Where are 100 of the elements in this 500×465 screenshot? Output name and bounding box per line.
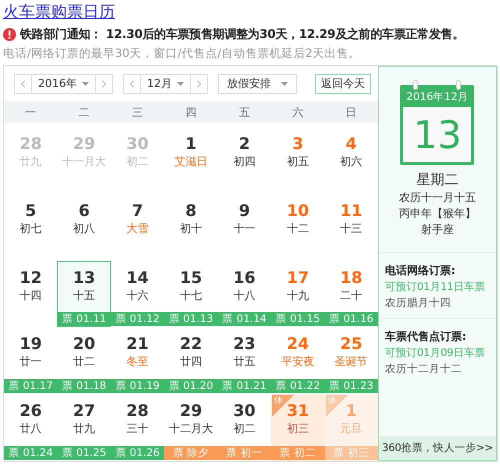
day-number: 4	[346, 134, 357, 154]
day-number: 27	[73, 401, 96, 422]
day-cell[interactable]: 6 初八	[57, 194, 111, 261]
day-number: 19	[20, 334, 42, 354]
day-number: 5	[25, 200, 36, 221]
ticket-date-bar: 票 01.16	[324, 312, 378, 326]
day-number: 14	[126, 268, 149, 288]
day-number: 11	[340, 200, 362, 221]
lunar-date: 初十	[180, 220, 202, 237]
weekday-label: 六	[291, 104, 304, 120]
ticket-date-bar: 票 01.13	[164, 312, 218, 326]
lunar-date: 廿八	[20, 421, 42, 438]
ticket-date-bar: 票 除夕	[164, 446, 218, 460]
day-cell[interactable]: 4 初六	[324, 127, 378, 194]
lunar-date: 十一月大	[62, 154, 106, 170]
lunar-date: 十六	[126, 288, 149, 304]
weekday-text: 星期二	[415, 171, 460, 190]
day-cell[interactable]: 27 廿九 票 01.25	[57, 394, 111, 461]
day-cell[interactable]: 26 廿八 票 01.24	[4, 394, 58, 461]
ticket-date-bar: 票 01.12	[110, 312, 164, 326]
caret-icon	[82, 82, 89, 86]
calendar-day: 13	[403, 107, 472, 162]
lunar-date: 十七	[180, 288, 202, 304]
day-cell[interactable]: 22 廿四 票 01.20	[164, 327, 218, 394]
ticket-date-bar: 票 01.20	[164, 379, 218, 394]
ticket-date-bar: 票 01.23	[324, 379, 378, 394]
booking-heading: 电话网络订票:	[384, 263, 456, 278]
day-cell[interactable]: 23 廿五 票 01.21	[218, 327, 272, 394]
lunar-date: 廿九	[20, 154, 42, 170]
lunar-date: 初七	[20, 220, 42, 237]
holiday-dropdown[interactable]: 放假安排	[218, 74, 297, 94]
page-title-link[interactable]: 火车票购票日历	[3, 1, 115, 23]
day-number: 21	[126, 334, 149, 354]
day-cell[interactable]: 15 十七 票 01.13	[164, 260, 218, 328]
day-cell[interactable]: 19 廿一 票 01.17	[4, 327, 58, 394]
day-number: 30	[126, 134, 149, 154]
day-number: 12	[20, 268, 42, 288]
promo-link[interactable]: 360抢票，快人一步>>	[378, 436, 496, 460]
weekday-label: 四	[184, 104, 198, 120]
day-number: 6	[78, 200, 90, 221]
lunar-date: 十九	[286, 288, 309, 304]
year-dropdown[interactable]: 2016年	[31, 74, 96, 92]
lunar-date: 三十	[126, 421, 149, 438]
day-cell[interactable]: 17 十九 票 01.15	[271, 260, 325, 328]
day-number: 10	[286, 200, 309, 221]
day-cell[interactable]: 7 大雪	[110, 194, 164, 261]
lunar-date-text: 农历腊月十四	[384, 296, 452, 310]
ticket-date-bar: 票 01.19	[110, 379, 164, 394]
day-number: 16	[233, 268, 256, 288]
day-number: 20	[73, 334, 96, 354]
lunar-date: 廿四	[180, 354, 202, 370]
zodiac-text: 射手座	[420, 222, 455, 238]
lunar-date: 廿五	[233, 354, 256, 370]
calendar-month: 2016年12月	[406, 90, 469, 105]
lunar-date: 大雪	[126, 220, 149, 237]
day-cell[interactable]: 30 初二 票 初一	[218, 394, 272, 461]
lunar-date: 初四	[233, 154, 256, 170]
day-cell[interactable]: 16 十八 票 01.14	[218, 260, 272, 328]
lunar-date: 十三	[340, 220, 362, 237]
day-number: 17	[286, 268, 309, 288]
day-cell[interactable]: 10 十二	[271, 194, 325, 261]
month-dropdown[interactable]: 12月	[140, 74, 191, 92]
day-cell[interactable]: 休 31 初三 票 初二	[271, 394, 325, 461]
day-cell[interactable]: 13 十五 票 01.11	[57, 260, 111, 328]
day-cell[interactable]: 20 廿二 票 01.18	[57, 327, 111, 394]
day-number: 31	[286, 401, 309, 422]
day-number: 29	[180, 401, 202, 422]
day-cell[interactable]: 11 十三	[324, 194, 378, 261]
ticket-date-bar: 票 01.24	[4, 446, 58, 460]
ticket-date-bar: 票 01.11	[57, 312, 111, 326]
day-cell[interactable]: 9 十一	[218, 194, 272, 261]
ticket-date-bar: 票 01.18	[57, 379, 111, 394]
day-number: 3	[292, 134, 304, 154]
day-cell[interactable]: 12 十四	[4, 260, 58, 328]
lunar-date: 圣诞节	[334, 354, 368, 370]
ticket-date-bar: 票 01.17	[4, 379, 58, 394]
day-cell[interactable]: 28 三十 票 01.26	[110, 394, 164, 461]
back-to-today-button[interactable]: 返回今天	[315, 74, 371, 94]
weekday-label: 二	[78, 104, 91, 120]
day-cell[interactable]: 18 二十 票 01.16	[324, 260, 378, 328]
weekday-label: 一	[24, 104, 38, 120]
day-cell[interactable]: 29 十二月大 票 除夕	[164, 394, 218, 461]
day-cell[interactable]: 3 初五	[271, 127, 325, 194]
lunar-date: 十二	[286, 220, 309, 237]
day-cell[interactable]: 21 冬至 票 01.19	[110, 327, 164, 394]
lunar-date: 十五	[73, 288, 96, 304]
day-number: 22	[180, 334, 202, 354]
day-cell[interactable]: 5 初七	[4, 194, 58, 261]
day-number: 7	[132, 200, 144, 221]
day-cell[interactable]: 8 初十	[164, 194, 218, 261]
ticket-date-bar: 票 01.21	[218, 379, 272, 394]
lunar-date: 十八	[233, 288, 256, 304]
day-cell[interactable]: 1 艾滋日	[164, 127, 218, 194]
day-number: 18	[340, 268, 362, 288]
month-select[interactable]: 12月	[123, 74, 208, 94]
lunar-date: 初三	[286, 421, 309, 438]
rest-day-badge: 休	[326, 395, 348, 418]
year-select[interactable]: 2016年	[14, 74, 113, 94]
day-cell[interactable]: 14 十六 票 01.12	[110, 260, 164, 328]
day-cell[interactable]: 2 初四	[218, 127, 272, 194]
